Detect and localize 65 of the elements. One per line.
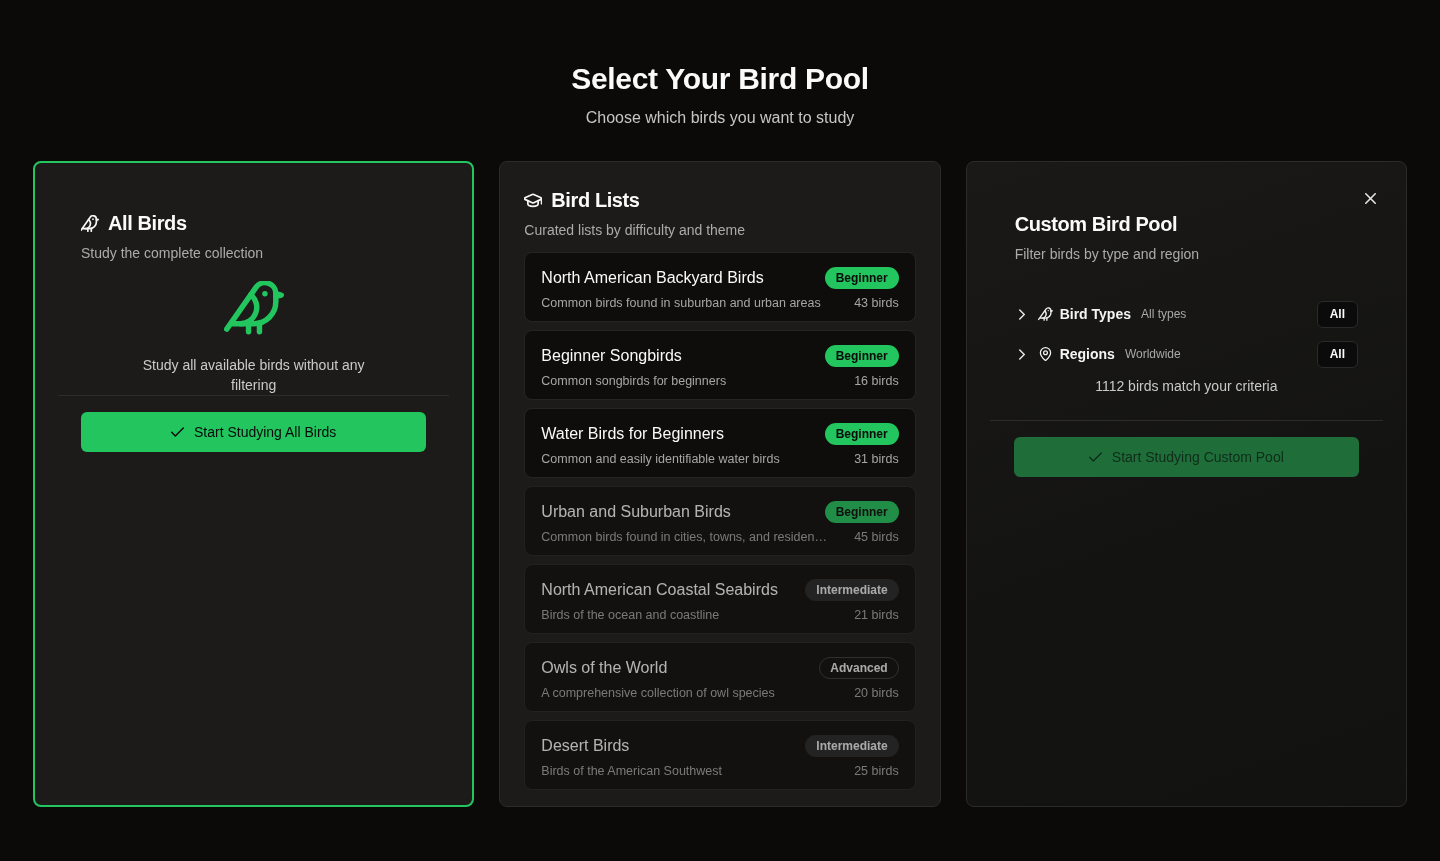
- list-name: Desert Birds: [541, 736, 630, 756]
- bird-list-item[interactable]: North American Coastal Seabirds Intermediate Birds of the ocean and coastline 21 birds: [524, 564, 916, 634]
- card-description: Study all available birds without any filtering: [141, 356, 366, 395]
- list-description: Birds of the American Southwest: [541, 763, 722, 780]
- list-name: North American Backyard Birds: [541, 268, 764, 288]
- bird-count: 16 birds: [854, 373, 899, 390]
- card-subtitle: Filter birds by type and region: [1014, 245, 1201, 264]
- difficulty-badge: Intermediate: [805, 735, 899, 757]
- close-button[interactable]: [1365, 193, 1376, 204]
- filter-label: Bird Types: [1059, 306, 1131, 322]
- check-icon: [170, 427, 184, 437]
- option-card[interactable]: All Birds Study the complete collection Study all available birds without any filtering Start Studying All Birds: [33, 161, 475, 807]
- bird-list-item[interactable]: Owls of the World Advanced A comprehensive collection of owl species 20 birds: [524, 642, 916, 712]
- bird-list-item[interactable]: Water Birds for Beginners Beginner Common and easily identifiable water birds 31 birds: [524, 408, 916, 478]
- card-title: All Birds: [108, 211, 187, 236]
- bird-count: 20 birds: [854, 685, 899, 702]
- graduation-cap-icon: [524, 191, 543, 209]
- bird-list-item[interactable]: Desert Birds Intermediate Birds of the American Southwest 25 birds: [524, 720, 916, 790]
- chevron-icon[interactable]: [1018, 348, 1025, 360]
- bird-count: 31 birds: [854, 451, 899, 468]
- bird-count: 45 birds: [854, 529, 899, 546]
- difficulty-badge: Beginner: [824, 501, 899, 523]
- difficulty-badge: Beginner: [824, 423, 899, 445]
- bird-count: 43 birds: [854, 295, 899, 312]
- list-description: Common songbirds for beginners: [541, 373, 727, 390]
- bird-icon: [81, 214, 99, 232]
- list-description: Common and easily identifiable water birds: [541, 451, 780, 468]
- difficulty-badge: Beginner: [824, 345, 899, 367]
- map-pin-icon: [1037, 347, 1053, 361]
- bird-list-item[interactable]: Beginner Songbirds Beginner Common songbirds for beginners 16 birds: [524, 330, 916, 400]
- list-name: Water Birds for Beginners: [541, 424, 724, 444]
- difficulty-badge: Intermediate: [805, 579, 899, 601]
- bird-count: 25 birds: [854, 763, 899, 780]
- select-all-button[interactable]: All: [1316, 300, 1358, 328]
- bird-list-item[interactable]: North American Backyard Birds Beginner Common birds found in suburban and urban areas 43 birds: [524, 252, 916, 322]
- bird-icon: [223, 281, 284, 335]
- chevron-icon[interactable]: [1018, 308, 1025, 320]
- card-subtitle: Curated lists by difficulty and theme: [524, 221, 747, 240]
- list-name: North American Coastal Seabirds: [541, 580, 778, 600]
- list-description: Common birds found in cities, towns, and residen…: [541, 529, 827, 546]
- option-card[interactable]: [499, 161, 941, 807]
- list-description: Common birds found in suburban and urban areas: [541, 295, 821, 312]
- list-name: Urban and Suburban Birds: [541, 502, 731, 522]
- list-description: Birds of the ocean and coastline: [541, 607, 720, 624]
- card-subtitle: Study the complete collection: [81, 244, 265, 263]
- card-title: Bird Lists: [551, 188, 640, 213]
- filter-value: Worldwide: [1124, 347, 1181, 361]
- page-title: Select Your Bird Pool: [571, 61, 869, 97]
- check-icon: [1088, 452, 1102, 462]
- filter-value: All types: [1140, 307, 1187, 321]
- option-card[interactable]: Custom Bird Pool Filter birds by type and region Bird Types All types All Regions Worldwide All 1112 birds match your criteria Start Studying Custom Pool: [965, 161, 1407, 807]
- list-name: Owls of the World: [541, 658, 668, 678]
- close-icon: [1365, 193, 1376, 204]
- card-title: Custom Bird Pool: [1014, 212, 1179, 237]
- start-button[interactable]: Start Studying All Birds: [81, 412, 427, 452]
- list-name: Beginner Songbirds: [541, 346, 682, 366]
- difficulty-badge: Beginner: [824, 267, 899, 289]
- bird-list-item[interactable]: Urban and Suburban Birds Beginner Common birds found in cities, towns, and residen… 45 birds: [524, 486, 916, 556]
- filter-label: Regions: [1059, 346, 1115, 362]
- select-all-button[interactable]: All: [1316, 340, 1358, 368]
- list-description: A comprehensive collection of owl species: [541, 685, 775, 702]
- bird-icon: [1037, 307, 1053, 321]
- bird-count: 21 birds: [854, 607, 899, 624]
- page-subtitle: Choose which birds you want to study: [585, 108, 855, 128]
- match-count: 1112 birds match your criteria: [1094, 377, 1279, 396]
